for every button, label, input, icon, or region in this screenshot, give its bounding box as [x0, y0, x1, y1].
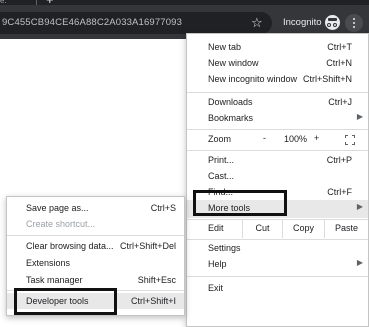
menu-item-save-page[interactable]: Save page as... Ctrl+S [7, 200, 184, 216]
menu-item-shortcut: Ctrl+T [327, 42, 352, 52]
menu-separator [187, 276, 368, 277]
menu-item-label: Save page as... [26, 203, 89, 213]
copy-button[interactable]: Copy [282, 220, 324, 238]
paste-button[interactable]: Paste [324, 220, 368, 238]
menu-item-label: New window [208, 58, 259, 68]
menu-item-shortcut: Ctrl+S [150, 203, 176, 213]
menu-item-zoom: Zoom - 100% + [187, 131, 368, 149]
menu-item-label: Task manager [26, 275, 83, 285]
menu-item-edit: Edit Cut Copy Paste [187, 220, 368, 238]
incognito-label: Incognito [283, 17, 322, 28]
menu-item-shortcut: Ctrl+Shift+I [130, 296, 176, 306]
menu-item-developer-tools[interactable]: Developer tools Ctrl+Shift+I [7, 293, 184, 309]
menu-item-clear-browsing-data[interactable]: Clear browsing data... Ctrl+Shift+Del [7, 238, 184, 254]
menu-item-label: Create shortcut... [26, 219, 96, 229]
menu-separator [187, 92, 368, 93]
menu-item-shortcut: Ctrl+P [326, 155, 352, 165]
chevron-right-icon: ▶ [356, 258, 363, 267]
zoom-in-button[interactable]: + [314, 133, 319, 143]
cut-button[interactable]: Cut [242, 220, 282, 238]
menu-item-exit[interactable]: Exit [187, 280, 368, 298]
menu-item-label: Find... [208, 187, 234, 197]
chrome-main-menu: New tab Ctrl+T New window Ctrl+N New inc… [186, 33, 369, 327]
menu-item-label: Clear browsing data... [26, 241, 114, 251]
more-tools-submenu: Save page as... Ctrl+S Create shortcut..… [6, 196, 185, 316]
menu-separator [7, 290, 184, 291]
menu-item-shortcut: Shift+Esc [137, 275, 176, 285]
menu-item-extensions[interactable]: Extensions [7, 255, 184, 271]
zoom-label: Zoom [208, 134, 232, 144]
incognito-icon[interactable] [325, 15, 340, 30]
zoom-level: 100% [284, 134, 308, 144]
menu-item-shortcut: Ctrl+N [326, 58, 352, 68]
zoom-out-button[interactable]: - [263, 133, 266, 143]
menu-item-label: Help [208, 259, 227, 269]
menu-item-label: Extensions [26, 258, 71, 268]
menu-item-shortcut: Ctrl+J [328, 97, 352, 107]
chevron-right-icon: ▶ [356, 202, 363, 211]
three-dot-vertical-icon[interactable] [345, 14, 363, 32]
menu-item-shortcut: Ctrl+Shift+Del [119, 241, 176, 251]
menu-item-create-shortcut: Create shortcut... [7, 216, 184, 232]
fullscreen-icon[interactable] [345, 135, 355, 145]
menu-separator [187, 129, 368, 130]
url-text[interactable]: 9C455CB94CE46A88C2A033A16977093 [2, 17, 182, 28]
menu-item-label: Cast... [208, 171, 235, 181]
menu-item-label: Downloads [208, 97, 253, 107]
chevron-right-icon: ▶ [356, 112, 363, 121]
menu-item-bookmarks[interactable]: Bookmarks ▶ [187, 110, 368, 128]
menu-item-label: Bookmarks [208, 113, 254, 123]
menu-item-label: Settings [208, 243, 241, 253]
edit-label: Edit [208, 223, 224, 233]
menu-item-label: New incognito window [208, 74, 298, 84]
menu-item-shortcut: Ctrl+F [327, 187, 352, 197]
menu-item-label: Print... [208, 155, 235, 165]
menu-item-shortcut: Ctrl+Shift+N [302, 74, 352, 84]
menu-separator [187, 150, 368, 151]
menu-item-label: Exit [208, 283, 224, 293]
menu-item-label: Developer tools [26, 296, 89, 306]
menu-item-help[interactable]: Help ▶ [187, 256, 368, 274]
bookmark-star-icon[interactable]: ☆ [251, 15, 263, 31]
menu-item-more-tools[interactable]: More tools ▶ [187, 200, 368, 218]
menu-item-label: New tab [208, 42, 242, 52]
menu-item-task-manager[interactable]: Task manager Shift+Esc [7, 272, 184, 288]
menu-item-label: More tools [208, 203, 251, 213]
address-bar[interactable]: 9C455CB94CE46A88C2A033A16977093 ☆ [0, 12, 272, 34]
menu-item-new-incognito-window[interactable]: New incognito window Ctrl+Shift+N [187, 71, 368, 89]
menu-separator [7, 235, 184, 236]
